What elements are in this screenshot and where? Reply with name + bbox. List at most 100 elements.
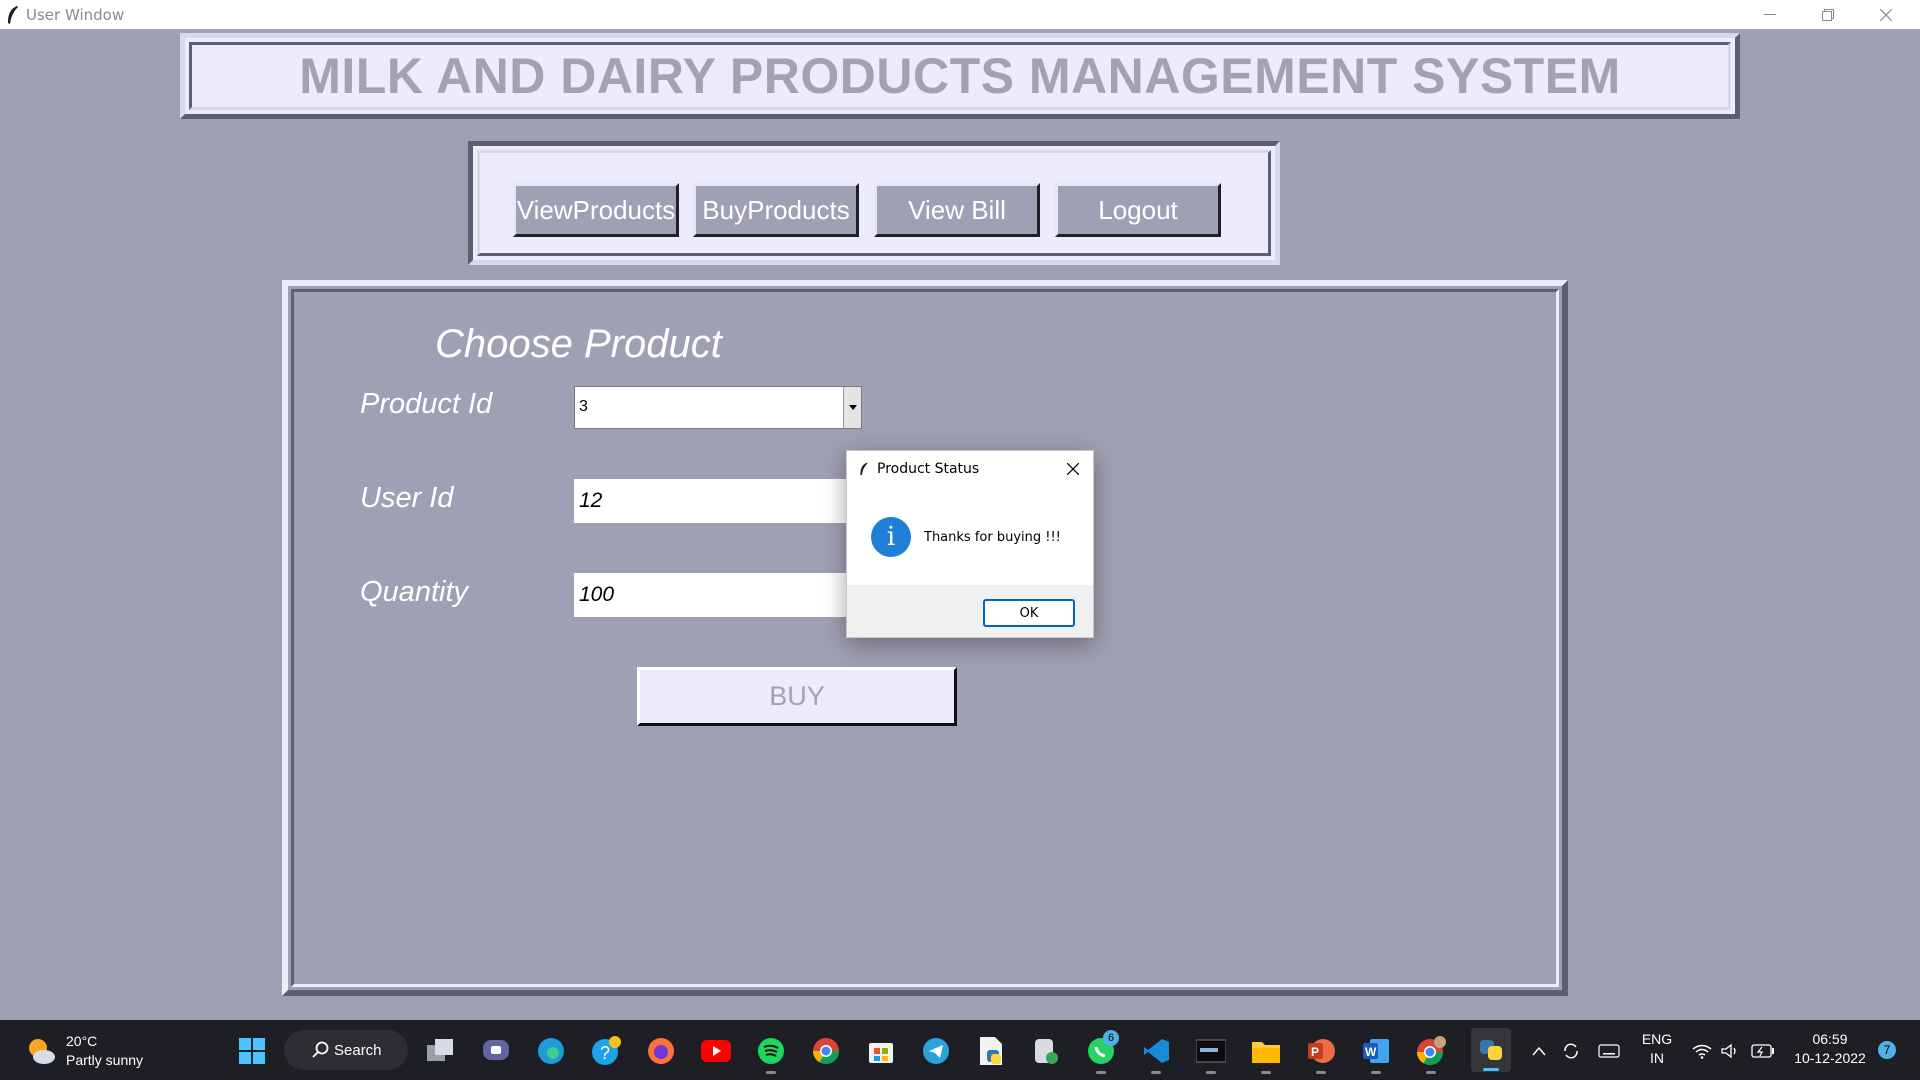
- wifi-icon: [1692, 1044, 1712, 1059]
- powerpoint-button[interactable]: P: [1306, 1036, 1336, 1074]
- chevron-up-icon: [1532, 1046, 1546, 1056]
- task-view-icon: [427, 1039, 453, 1061]
- running-indicator: [1371, 1071, 1381, 1074]
- running-indicator: [1151, 1071, 1161, 1074]
- nav-panel: ViewProducts BuyProducts View Bill Logou…: [468, 141, 1280, 265]
- teams-chat-icon: [483, 1040, 509, 1060]
- youtube-button[interactable]: [701, 1036, 731, 1066]
- weather-widget[interactable]: 20°C Partly sunny: [26, 1032, 143, 1070]
- wifi-tray-button[interactable]: [1690, 1036, 1714, 1066]
- database-app-button[interactable]: [1031, 1036, 1061, 1066]
- mysql-button[interactable]: [1196, 1036, 1226, 1074]
- running-indicator: [1206, 1071, 1216, 1074]
- sync-icon: [1564, 1043, 1578, 1059]
- close-window-button[interactable]: [1857, 0, 1915, 29]
- weather-desc: Partly sunny: [66, 1052, 144, 1068]
- microsoft-store-button[interactable]: [866, 1036, 896, 1066]
- user-id-input[interactable]: [574, 479, 850, 523]
- volume-icon: [1721, 1043, 1736, 1059]
- python-app-icon: [1480, 1040, 1502, 1060]
- keyboard-icon: [1598, 1044, 1620, 1058]
- ok-button[interactable]: OK: [983, 599, 1075, 627]
- close-icon: [1880, 8, 1892, 21]
- help-app-button[interactable]: ?: [591, 1036, 621, 1066]
- dialog-close-button[interactable]: [1061, 457, 1085, 481]
- notification-badge[interactable]: 7: [1878, 1041, 1896, 1059]
- vscode-icon: [1144, 1039, 1169, 1063]
- teams-chat-button[interactable]: [481, 1036, 511, 1066]
- vscode-button[interactable]: [1141, 1036, 1171, 1074]
- svg-text:P: P: [1311, 1045, 1319, 1059]
- view-bill-button[interactable]: View Bill: [874, 183, 1040, 237]
- weather-temp: 20°C: [66, 1033, 98, 1049]
- logout-button[interactable]: Logout: [1055, 183, 1221, 237]
- minimize-button[interactable]: [1741, 0, 1799, 29]
- header-panel: MILK AND DAIRY PRODUCTS MANAGEMENT SYSTE…: [180, 33, 1740, 119]
- search-icon: [312, 1041, 329, 1058]
- file-explorer-button[interactable]: [1251, 1036, 1281, 1074]
- windows-logo-icon: [239, 1038, 265, 1064]
- firefox-button[interactable]: [646, 1036, 676, 1066]
- keyboard-tray-button[interactable]: [1597, 1036, 1621, 1066]
- powerpoint-icon: P: [1308, 1039, 1335, 1063]
- database-icon: [1035, 1039, 1058, 1064]
- edge-button[interactable]: [536, 1036, 566, 1066]
- svg-text:W: W: [1365, 1045, 1377, 1059]
- taskbar-search[interactable]: Search: [284, 1030, 408, 1070]
- file-python-button[interactable]: [976, 1036, 1006, 1066]
- minimize-icon: [1764, 13, 1776, 15]
- buy-button[interactable]: BUY: [637, 667, 957, 726]
- running-indicator: [766, 1071, 776, 1074]
- chrome-profile-icon: [1416, 1036, 1446, 1066]
- dropdown-arrow-icon[interactable]: [843, 387, 861, 428]
- lang-top: ENG: [1641, 1031, 1673, 1047]
- chrome-profile-button[interactable]: [1416, 1036, 1446, 1074]
- tk-feather-icon: [860, 462, 868, 476]
- running-indicator: [1096, 1071, 1106, 1074]
- help-icon: ?: [592, 1036, 621, 1065]
- running-indicator: [1316, 1071, 1326, 1074]
- word-button[interactable]: W: [1361, 1036, 1391, 1074]
- search-label: Search: [334, 1041, 382, 1059]
- info-icon: i: [871, 517, 911, 557]
- dialog-title: Product Status: [877, 461, 980, 477]
- clock-date: 10-12-2022: [1794, 1050, 1866, 1066]
- show-hidden-icons-button[interactable]: [1529, 1036, 1549, 1066]
- svg-text:?: ?: [600, 1043, 610, 1063]
- sync-tray-button[interactable]: [1559, 1036, 1583, 1066]
- whatsapp-button[interactable]: 6: [1086, 1030, 1119, 1074]
- tk-feather-icon: [8, 5, 18, 24]
- product-status-dialog: Product Status i Thanks for buying !!! O…: [846, 450, 1094, 638]
- window-titlebar: User Window: [0, 0, 1920, 29]
- telegram-icon: [923, 1038, 949, 1064]
- clock[interactable]: 06:59 10-12-2022: [1790, 1030, 1870, 1068]
- dialog-titlebar: Product Status: [847, 451, 1093, 487]
- window-title: User Window: [26, 5, 125, 24]
- battery-tray-button[interactable]: [1750, 1036, 1776, 1066]
- language-indicator[interactable]: ENG IN: [1640, 1030, 1674, 1068]
- running-indicator: [1426, 1071, 1436, 1074]
- python-app-button-active[interactable]: [1471, 1028, 1511, 1072]
- product-id-combobox[interactable]: 3: [574, 386, 862, 429]
- whatsapp-badge: 6: [1103, 1030, 1119, 1046]
- spotify-icon: [758, 1038, 784, 1064]
- chrome-button[interactable]: [811, 1036, 841, 1066]
- spotify-button[interactable]: [756, 1036, 786, 1074]
- task-view-button[interactable]: [426, 1036, 456, 1066]
- restore-button[interactable]: [1799, 0, 1857, 29]
- user-id-label: User Id: [360, 482, 454, 514]
- firefox-icon: [648, 1038, 674, 1064]
- quantity-input[interactable]: [574, 573, 850, 617]
- view-products-button[interactable]: ViewProducts: [513, 183, 679, 237]
- mysql-terminal-icon: [1196, 1039, 1226, 1063]
- quantity-label: Quantity: [360, 576, 468, 608]
- telegram-button[interactable]: [921, 1036, 951, 1066]
- start-button[interactable]: [237, 1036, 267, 1066]
- youtube-icon: [701, 1040, 731, 1062]
- lang-bottom: IN: [1650, 1050, 1664, 1066]
- restore-icon: [1822, 8, 1834, 21]
- active-indicator: [1483, 1068, 1499, 1071]
- volume-tray-button[interactable]: [1718, 1036, 1742, 1066]
- buy-products-button[interactable]: BuyProducts: [693, 183, 859, 237]
- running-indicator: [1261, 1071, 1271, 1074]
